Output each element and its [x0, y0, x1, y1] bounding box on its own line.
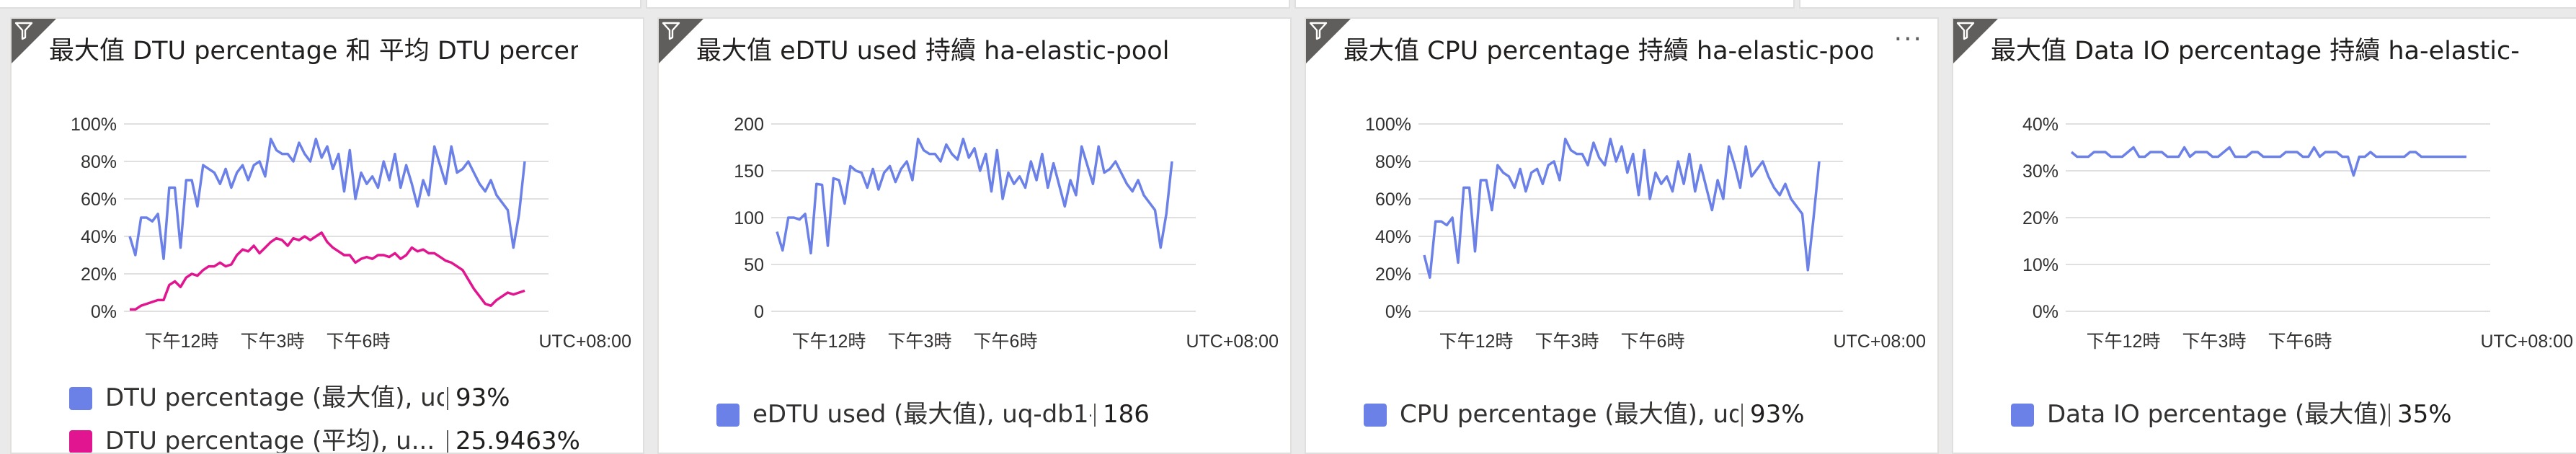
- tile-bottom-edge: [646, 0, 1290, 9]
- y-tick-label: 0: [754, 302, 764, 322]
- legend-color-swatch: [69, 430, 92, 453]
- y-tick-label: 60%: [81, 190, 117, 210]
- y-tick-label: 80%: [81, 152, 117, 172]
- chart-tile[interactable]: 最大值 CPU percentage 持續 ha-elastic-pool ···…: [1305, 17, 1939, 454]
- x-tick-label: 下午3時: [888, 331, 952, 352]
- tile-title: 最大值 Data IO percentage 持續 ha-elastic-...: [1991, 37, 2520, 66]
- legend-separator: [1741, 404, 1743, 427]
- y-tick-label: 200: [734, 115, 764, 135]
- legend-item[interactable]: Data IO percentage (最大值), u... 35%: [1953, 398, 2576, 431]
- legend-color-swatch: [716, 404, 740, 427]
- legend-color-swatch: [1364, 404, 1387, 427]
- x-tick-label: 下午6時: [974, 331, 1038, 352]
- legend-item[interactable]: DTU percentage (平均), u... 25.9463%: [12, 424, 643, 454]
- line-chart: 100% 80% 60% 40% 20% 0% 下午12時 下午3時 下午6時 UTC+08:00: [71, 115, 631, 352]
- legend-series-name: DTU percentage (平均), u...: [105, 427, 435, 454]
- y-tick-label: 40%: [81, 227, 117, 247]
- y-tick-label: 40%: [1375, 227, 1411, 247]
- line-chart: 200 150 100 50 0 下午12時 下午3時 下午6時 UTC+08:00: [734, 115, 1279, 352]
- chart-tile[interactable]: 最大值 DTU percentage 和 平均 DTU percen... 100…: [10, 17, 644, 454]
- y-tick-label: 20%: [1375, 264, 1411, 285]
- chart-tile[interactable]: 最大值 eDTU used 持續 ha-elastic-pool 200 150 10…: [657, 17, 1292, 454]
- legend-series-name: Data IO percentage (最大值), u...: [2047, 400, 2386, 429]
- x-tick-label: 下午12時: [792, 331, 866, 352]
- x-tick-label: 下午6時: [1621, 331, 1685, 352]
- legend-separator: [447, 430, 448, 453]
- tile-title: 最大值 eDTU used 持續 ha-elastic-pool: [696, 37, 1170, 66]
- series-line: [776, 138, 1173, 255]
- legend-value: 93%: [456, 383, 510, 412]
- y-tick-label: 0%: [1385, 302, 1411, 322]
- y-tick-label: 0%: [91, 302, 117, 322]
- legend-separator: [1094, 404, 1096, 427]
- timezone-label: UTC+08:00: [1833, 331, 1926, 352]
- legend-color-swatch: [69, 387, 92, 410]
- line-chart: 40% 30% 20% 10% 0% 下午12時 下午3時 下午6時 UTC+08:00: [2022, 115, 2573, 352]
- y-tick-label: 0%: [2033, 302, 2058, 322]
- legend-series-name: DTU percentage (最大值), uq-d...: [105, 383, 444, 412]
- legend-item[interactable]: DTU percentage (最大值), uq-d... 93%: [12, 381, 643, 414]
- legend-series-name: eDTU used (最大值), uq-db1-v...: [752, 400, 1091, 429]
- timezone-label: UTC+08:00: [1186, 331, 1279, 352]
- tile-title: 最大值 CPU percentage 持續 ha-elastic-pool: [1343, 37, 1873, 66]
- y-tick-label: 100%: [71, 115, 117, 135]
- legend-item[interactable]: eDTU used (最大值), uq-db1-v... 186: [659, 398, 1290, 431]
- x-tick-label: 下午12時: [145, 331, 219, 352]
- legend-series-name: CPU percentage (最大值), uq-d...: [1400, 400, 1738, 429]
- timezone-label: UTC+08:00: [538, 331, 631, 352]
- legend-value: 25.9463%: [456, 427, 580, 454]
- x-tick-label: 下午3時: [1535, 331, 1599, 352]
- y-tick-label: 60%: [1375, 190, 1411, 210]
- tile-bottom-edge: [1294, 0, 1795, 9]
- legend-value: 186: [1103, 400, 1150, 429]
- y-tick-label: 30%: [2022, 161, 2058, 182]
- y-tick-label: 100%: [1365, 115, 1411, 135]
- y-tick-label: 80%: [1375, 152, 1411, 172]
- y-tick-label: 20%: [81, 264, 117, 285]
- more-options-icon[interactable]: ···: [1894, 25, 1923, 54]
- y-tick-label: 10%: [2022, 255, 2058, 275]
- chart-tile[interactable]: 最大值 Data IO percentage 持續 ha-elastic-...…: [1952, 17, 2576, 454]
- series-line: [130, 231, 525, 311]
- y-tick-label: 20%: [2022, 208, 2058, 228]
- x-tick-label: 下午12時: [1439, 331, 1514, 352]
- legend-value: 93%: [1750, 400, 1805, 429]
- y-tick-label: 40%: [2022, 115, 2058, 135]
- x-tick-label: 下午3時: [241, 331, 305, 352]
- tile-bottom-edge: [0, 0, 641, 9]
- legend-value: 35%: [2397, 400, 2452, 429]
- x-tick-label: 下午3時: [2182, 331, 2247, 352]
- tile-title: 最大值 DTU percentage 和 平均 DTU percen...: [49, 37, 578, 66]
- y-tick-label: 100: [734, 208, 764, 228]
- x-tick-label: 下午12時: [2087, 331, 2161, 352]
- x-tick-label: 下午6時: [327, 331, 391, 352]
- legend-color-swatch: [2011, 404, 2034, 427]
- series-line: [1423, 138, 1821, 279]
- timezone-label: UTC+08:00: [2480, 331, 2573, 352]
- legend-separator: [447, 387, 448, 410]
- legend-separator: [2389, 404, 2390, 427]
- y-tick-label: 50: [744, 255, 764, 275]
- y-tick-label: 150: [734, 161, 764, 182]
- x-tick-label: 下午6時: [2268, 331, 2332, 352]
- top-tiles-strip: [0, 0, 2576, 10]
- tile-bottom-edge: [1799, 0, 2576, 9]
- line-chart: 100% 80% 60% 40% 20% 0% 下午12時 下午3時 下午6時 UTC+08:00: [1365, 115, 1926, 352]
- legend-item[interactable]: CPU percentage (最大值), uq-d... 93%: [1306, 398, 1937, 431]
